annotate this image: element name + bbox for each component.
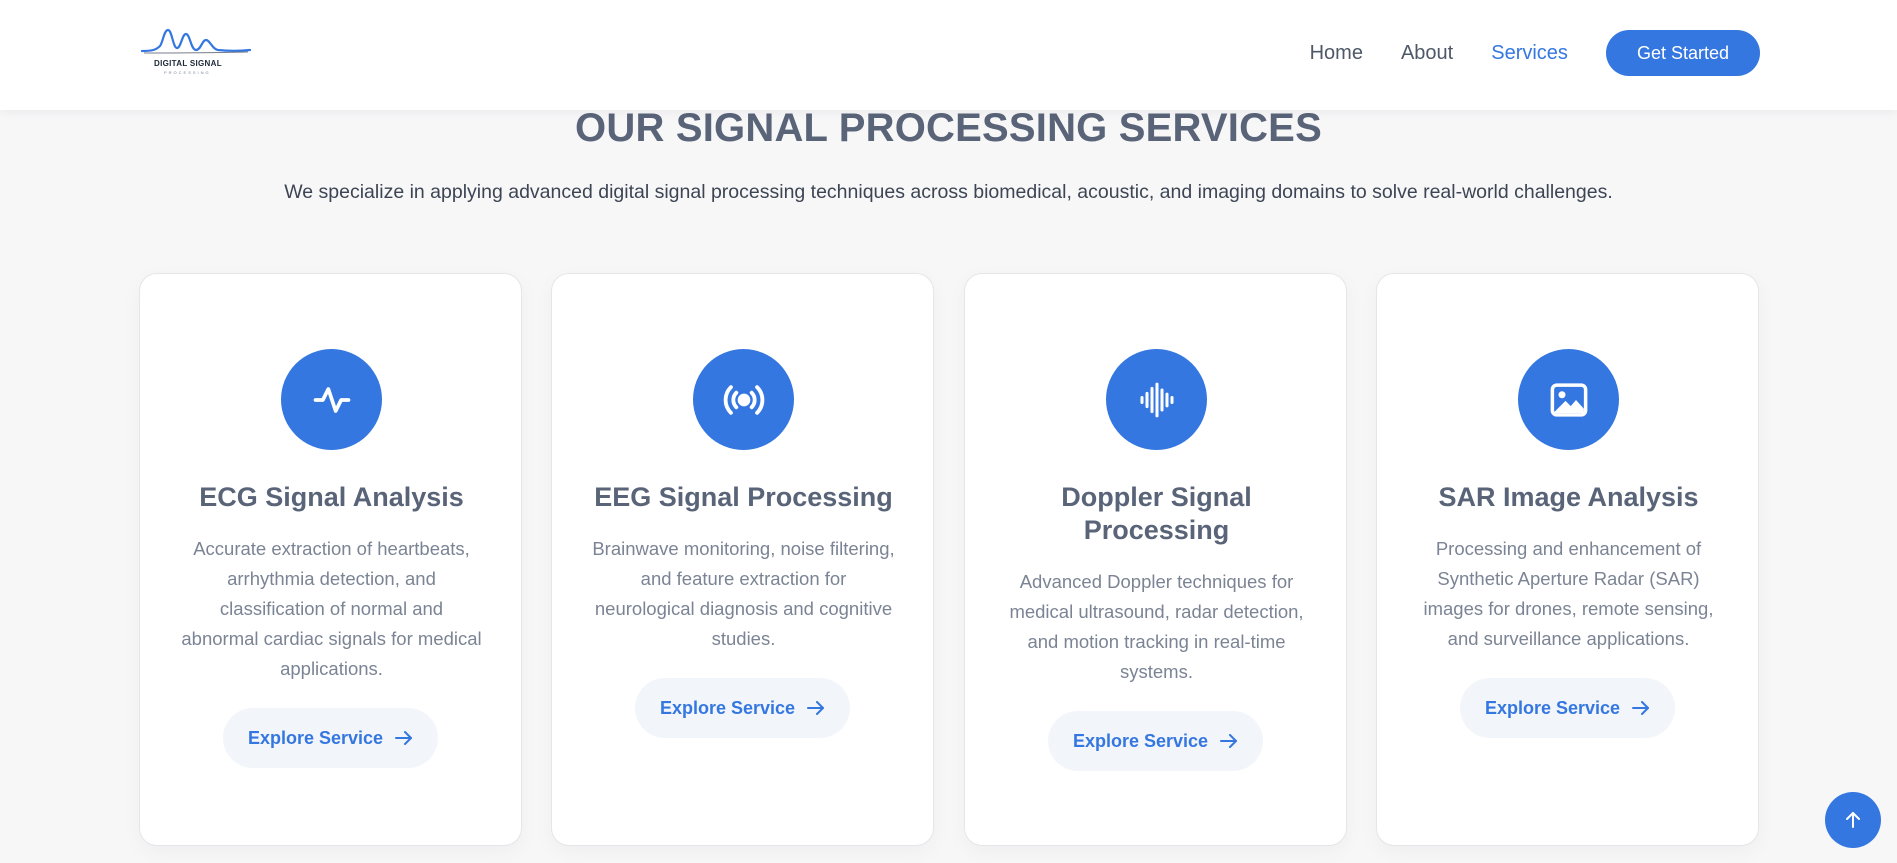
card-description: Processing and enhancement of Synthetic … — [1423, 538, 1714, 649]
explore-service-button[interactable]: Explore Service — [1460, 678, 1675, 738]
section-description: We specialize in applying advanced digit… — [284, 181, 1613, 203]
explore-service-label: Explore Service — [1072, 730, 1209, 751]
card-description: Advanced Doppler techniques for medical … — [1009, 571, 1304, 682]
explore-service-label: Explore Service — [659, 697, 796, 718]
explore-service-button[interactable]: Explore Service — [635, 678, 850, 738]
explore-service-label: Explore Service — [1484, 697, 1621, 718]
services-grid: ECG Signal Analysis Accurate extraction … — [139, 273, 1759, 846]
card-description: Brainwave monitoring, noise filtering, a… — [592, 538, 895, 649]
arrow-right-icon — [395, 731, 413, 745]
scroll-to-top-button[interactable] — [1825, 792, 1881, 848]
logo-text: DIGITAL SIGNAL — [154, 59, 222, 68]
arrow-right-icon — [1632, 701, 1650, 715]
nav-home[interactable]: Home — [1310, 42, 1363, 65]
service-card-doppler: Doppler Signal Processing Advanced Doppl… — [964, 273, 1347, 846]
card-title: SAR Image Analysis — [1438, 482, 1699, 512]
arrow-right-icon — [1220, 734, 1238, 748]
nav-about[interactable]: About — [1401, 42, 1453, 65]
card-title: Doppler Signal Processing — [1061, 482, 1252, 545]
heartbeat-icon — [281, 349, 382, 450]
get-started-button[interactable]: Get Started — [1605, 30, 1760, 76]
service-card-sar: SAR Image Analysis Processing and enhanc… — [1376, 273, 1759, 846]
logo-subtext: PROCESSING — [164, 70, 211, 75]
arrow-right-icon — [807, 701, 825, 715]
card-description: Accurate extraction of heartbeats, arrhy… — [181, 538, 482, 679]
wave-logo-icon — [140, 28, 252, 54]
image-icon — [1518, 349, 1619, 450]
nav-services[interactable]: Services — [1491, 42, 1568, 65]
broadcast-icon — [693, 349, 794, 450]
explore-service-label: Explore Service — [247, 727, 384, 748]
section-title: OUR SIGNAL PROCESSING SERVICES — [575, 106, 1322, 150]
sound-wave-icon — [1106, 349, 1207, 450]
main-nav: Home About Services Get Started — [1310, 0, 1760, 106]
explore-service-button[interactable]: Explore Service — [223, 708, 438, 768]
card-title: EEG Signal Processing — [594, 482, 893, 512]
logo[interactable]: DIGITAL SIGNAL PROCESSING — [140, 26, 252, 76]
site-header: DIGITAL SIGNAL PROCESSING Home About Ser… — [0, 0, 1897, 110]
explore-service-button[interactable]: Explore Service — [1048, 711, 1263, 771]
service-card-ecg: ECG Signal Analysis Accurate extraction … — [139, 273, 522, 846]
arrow-up-icon — [1844, 811, 1862, 829]
card-title: ECG Signal Analysis — [199, 482, 464, 512]
service-card-eeg: EEG Signal Processing Brainwave monitori… — [551, 273, 934, 846]
